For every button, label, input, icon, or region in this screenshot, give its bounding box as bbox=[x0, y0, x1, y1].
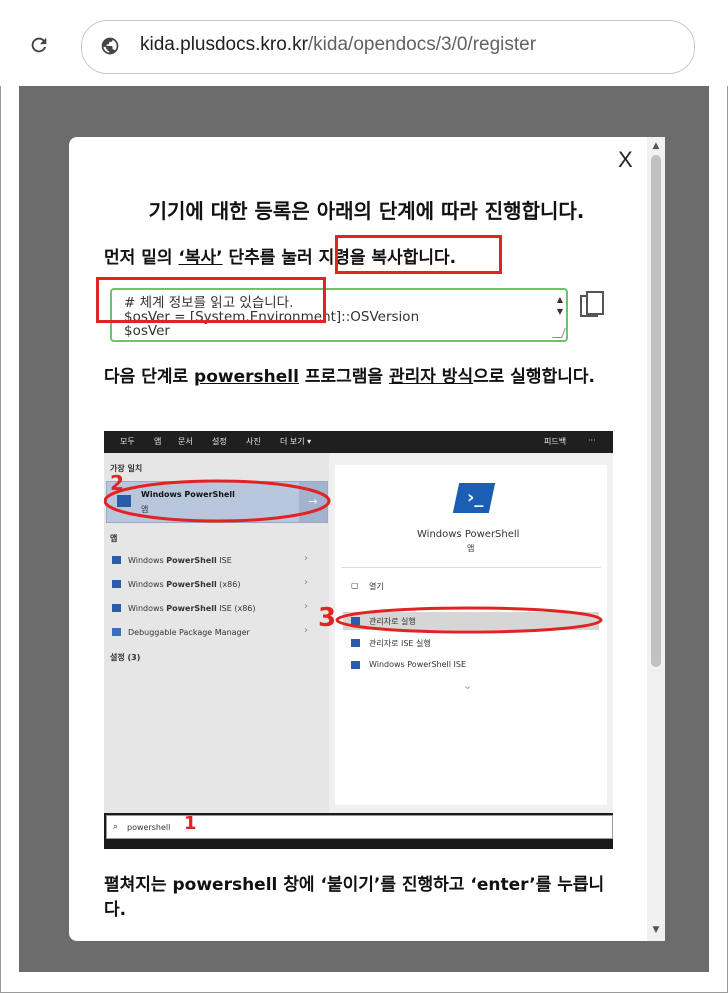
address-bar[interactable]: kida.plusdocs.kro.kr/kida/opendocs/3/0/r… bbox=[81, 20, 695, 74]
step1-middle: 단추를 눌러 bbox=[222, 248, 319, 268]
modal-title: 기기에 대한 등록은 아래의 단계에 따라 진행합니다. bbox=[148, 199, 585, 223]
step3-prefix: 펼쳐지는 bbox=[104, 875, 173, 895]
step2-suffix: 으로 실행합니다. bbox=[473, 367, 595, 387]
highlight-box-comment bbox=[96, 277, 326, 323]
step2-mode: 관리자 방식 bbox=[388, 367, 474, 387]
highlight-box-command bbox=[335, 235, 502, 274]
step3-paste: ‘붙이기’ bbox=[320, 875, 381, 895]
annotation-ellipse-run-as-admin bbox=[335, 606, 603, 634]
step1-copy-word: ‘복사’ bbox=[178, 248, 223, 268]
annotation-3: 3 bbox=[318, 603, 337, 633]
annotation-ellipse-best-match bbox=[104, 479, 331, 523]
step2-program: powershell bbox=[194, 367, 299, 387]
step3-middle: 창에 bbox=[277, 875, 321, 895]
reload-icon[interactable] bbox=[26, 34, 52, 60]
step3-middle2: 를 진행하고 bbox=[380, 875, 471, 895]
step1-prefix: 먼저 밑의 bbox=[104, 248, 179, 268]
copy-icon[interactable] bbox=[580, 291, 606, 321]
annotation-1: 1 bbox=[184, 813, 197, 834]
spinner-icon[interactable]: ▲ ▼ bbox=[557, 294, 563, 318]
step3-program: powershell bbox=[172, 875, 278, 895]
scroll-down-icon[interactable]: ▼ bbox=[647, 925, 665, 937]
scroll-up-icon[interactable]: ▲ bbox=[647, 141, 665, 153]
step3-enter: ‘enter’ bbox=[470, 875, 536, 895]
url-text: kida.plusdocs.kro.kr/kida/opendocs/3/0/r… bbox=[140, 34, 536, 56]
step2-prefix: 다음 단계로 bbox=[104, 367, 195, 387]
browser-toolbar: kida.plusdocs.kro.kr/kida/opendocs/3/0/r… bbox=[0, 0, 728, 86]
modal-scrollbar[interactable]: ▲ ▼ bbox=[647, 137, 665, 941]
step2-text: 다음 단계로 powershell 프로그램을 관리자 방식으로 실행합니다. bbox=[104, 365, 624, 390]
globe-icon bbox=[101, 37, 119, 55]
resize-grip-icon[interactable] bbox=[552, 328, 566, 338]
step2-middle: 프로그램을 bbox=[298, 367, 389, 387]
register-modal: X 기기에 대한 등록은 아래의 단계에 따라 진행합니다. 먼저 밑의 ‘복사… bbox=[69, 137, 664, 941]
annotation-overlay bbox=[104, 479, 603, 634]
step3-text: 펼쳐지는 powershell 창에 ‘붙이기’를 진행하고 ‘enter’를 … bbox=[104, 873, 624, 923]
url-host: kida.plusdocs.kro.kr bbox=[140, 34, 308, 55]
scroll-thumb[interactable] bbox=[651, 155, 661, 667]
close-button[interactable]: X bbox=[618, 147, 633, 173]
instruction-screenshot: 모두 앱 문서 설정 사진 더 보기 ▾ 피드백 ··· 가장 일치 Windo… bbox=[104, 431, 613, 849]
url-path: /kida/opendocs/3/0/register bbox=[307, 34, 537, 55]
annotation-2: 2 bbox=[110, 471, 124, 495]
